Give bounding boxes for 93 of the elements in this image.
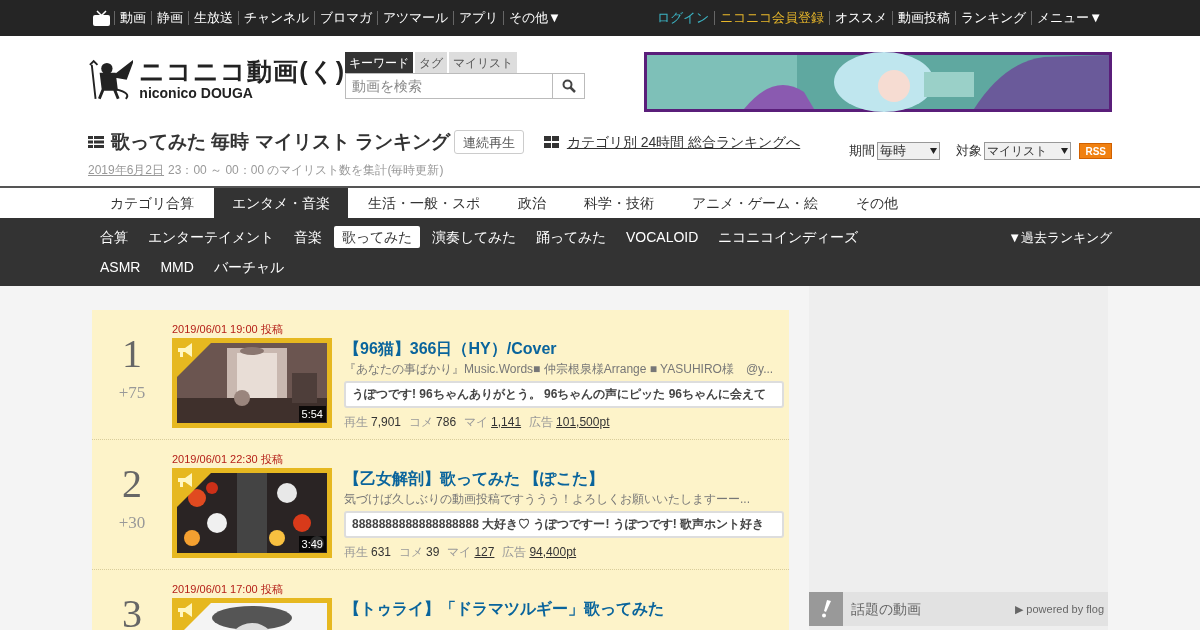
stat-value: 39	[426, 545, 440, 559]
post-date: 2019/06/01 22:30 投稿	[172, 452, 284, 466]
genre-tab[interactable]: VOCALOID	[618, 226, 707, 248]
genre-tab[interactable]: ASMR	[92, 256, 149, 278]
rank-change: +30	[118, 512, 146, 534]
stat-label: マイ	[447, 545, 472, 559]
nav-link[interactable]: メニュー▼	[1031, 11, 1107, 25]
genre-tab[interactable]: 音楽	[286, 226, 330, 248]
video-title[interactable]: 【96猫】366日（HY）/Cover	[344, 339, 784, 359]
comment-box: うぽつです! 96ちゃんありがとう。 96ちゃんの声にピッた 96ちゃんに会えて	[344, 381, 784, 408]
nav-link[interactable]: アツマール	[377, 11, 453, 25]
duration-badge: 5:54	[298, 406, 326, 422]
category-tab[interactable]: エンタメ・音楽	[214, 188, 348, 218]
tv-icon[interactable]	[93, 9, 110, 27]
period-text: 23：00 ～ 00：00 のマイリスト数を集計(毎時更新)	[168, 161, 444, 179]
thumbnail[interactable]: 3:49	[172, 468, 332, 558]
genre-tab[interactable]: MMD	[152, 256, 202, 278]
category-tab[interactable]: カテゴリ合算	[92, 188, 212, 218]
nav-link[interactable]: アプリ	[453, 11, 503, 25]
stat-label: 再生	[344, 545, 368, 559]
nav-link[interactable]: 動画	[114, 11, 151, 25]
category-tab[interactable]: アニメ・ゲーム・絵	[674, 188, 836, 218]
stat-label: 広告	[529, 415, 554, 429]
thumbnail[interactable]: 5:54	[172, 338, 332, 428]
video-description: 『あなたの事ばかり』Music.Words■ 仲宗根泉様Arrange ■ YASUHIRO様 @y...	[344, 361, 775, 377]
mylist-link[interactable]: 1,141	[491, 415, 522, 429]
rank-number: 2	[122, 462, 142, 506]
mylist-link[interactable]: 127	[474, 545, 495, 559]
nav-link[interactable]: 静画	[151, 11, 188, 25]
stat-label: コメ	[409, 415, 434, 429]
search-field[interactable]: 動画を検索	[345, 73, 553, 99]
genre-tab[interactable]: エンターテイメント	[140, 226, 282, 248]
stat-value: 786	[436, 415, 457, 429]
search-tab[interactable]: タグ	[415, 52, 447, 73]
post-date: 2019/06/01 19:00 投稿	[172, 322, 284, 336]
genre-tab[interactable]: バーチャル	[205, 256, 292, 278]
genre-tab[interactable]: ニコニコインディーズ	[710, 226, 867, 248]
comment-box: 8888888888888888888 大好き♡ うぽつですー! うぽつです! 歌声ホント好き	[344, 511, 784, 538]
nav-link[interactable]: 動画投稿	[892, 11, 956, 25]
exclamation-icon	[821, 600, 832, 618]
panel-title: 話題の動画	[851, 599, 922, 619]
page-title: 歌ってみた 毎時 マイリスト ランキング	[111, 130, 450, 154]
stat-label: マイ	[464, 415, 489, 429]
search-button[interactable]	[553, 73, 585, 99]
past-ranking-link[interactable]: ▼過去ランキング	[1008, 228, 1112, 286]
category-tab[interactable]: 科学・技術	[566, 188, 672, 218]
genre-tab[interactable]: 演奏してみた	[424, 226, 524, 248]
genre-tab[interactable]: 合算	[92, 226, 136, 248]
rank-number: 1	[122, 332, 142, 376]
target-select[interactable]: マイリスト	[984, 141, 1072, 160]
category-tab[interactable]: 政治	[500, 188, 564, 218]
video-title[interactable]: 【乙女解剖】歌ってみた 【ぽこた】	[344, 469, 784, 489]
stat-value: 7,901	[371, 415, 402, 429]
video-description: 気づけば久しぶりの動画投稿ですううう！よろしくお願いいたしますーー...	[344, 491, 751, 507]
nav-link[interactable]: チャンネル	[238, 11, 314, 25]
rank-number: 3	[122, 592, 142, 630]
search-icon	[561, 79, 576, 93]
caret-icon	[930, 147, 938, 154]
ad-link[interactable]: 101,500pt	[556, 415, 610, 429]
stat-label: 広告	[502, 545, 527, 559]
period-select[interactable]: 毎時	[877, 141, 941, 160]
post-date: 2019/06/01 17:00 投稿	[172, 582, 284, 596]
category-tab[interactable]: その他	[838, 188, 916, 218]
search-tab[interactable]: キーワード	[345, 52, 413, 73]
ad-link[interactable]: 94,400pt	[529, 545, 577, 559]
site-logo[interactable]: ニコニコ動画(く) niconico DOUGA	[88, 56, 345, 102]
nav-link[interactable]: ログイン	[652, 11, 715, 25]
target-label: 対象	[956, 142, 983, 160]
logo-subtitle: niconico DOUGA	[139, 85, 254, 100]
period-label: 期間	[849, 142, 876, 160]
caret-icon	[1061, 147, 1069, 154]
nav-link[interactable]: 生放送	[188, 11, 238, 25]
list-icon	[88, 136, 104, 149]
video-title[interactable]: 【トゥライ】「ドラマツルギー」歌ってみた	[344, 599, 784, 619]
play-all-button[interactable]: 連続再生	[453, 130, 524, 155]
duration-badge: 3:49	[298, 536, 326, 552]
nav-link[interactable]: その他▼	[503, 11, 566, 25]
grid-icon	[543, 136, 559, 149]
genre-tab[interactable]: 歌ってみた	[334, 226, 420, 248]
powered-by-link[interactable]: ▶ powered by flog	[1015, 600, 1104, 618]
rank-change: +75	[118, 382, 146, 404]
nav-link[interactable]: ニコニコ会員登録	[714, 11, 830, 25]
nav-link[interactable]: ブロマガ	[314, 11, 377, 25]
nav-link[interactable]: ランキング	[955, 11, 1032, 25]
stat-value: 631	[371, 545, 392, 559]
category-tab[interactable]: 生活・一般・スポ	[350, 188, 498, 218]
ranking-link[interactable]: カテゴリ別 24時間 総合ランキングへ	[566, 131, 801, 153]
stat-label: コメ	[399, 545, 424, 559]
search-tab[interactable]: マイリスト	[449, 52, 517, 73]
nav-link[interactable]: オススメ	[829, 11, 893, 25]
genre-tab[interactable]: 踊ってみた	[528, 226, 614, 248]
logo-title: ニコニコ動画(く)	[139, 58, 345, 84]
stat-label: 再生	[344, 415, 368, 429]
